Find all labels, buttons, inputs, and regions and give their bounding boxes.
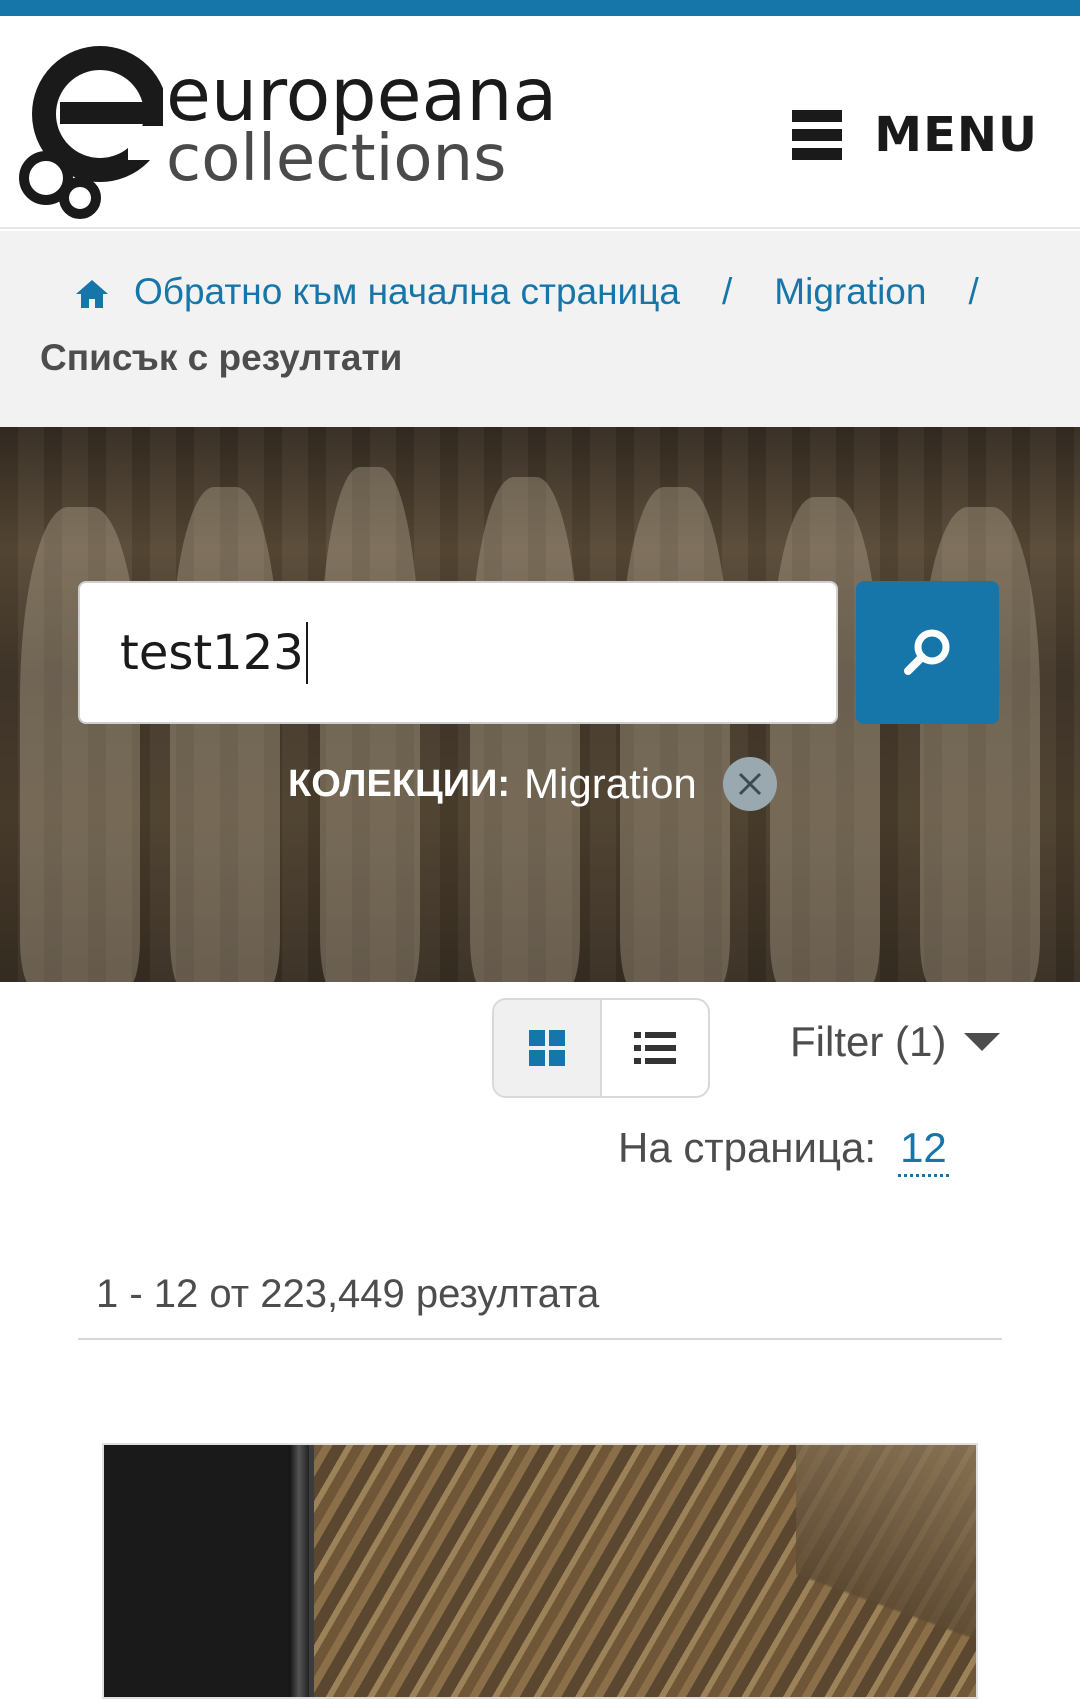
text-caret (305, 621, 308, 684)
per-page-value[interactable]: 12 (898, 1124, 949, 1177)
active-filter-chip: КОЛЕКЦИИ: Migration (288, 757, 777, 811)
menu-label: MENU (874, 107, 1038, 163)
breadcrumb-separator: / (722, 271, 733, 312)
filter-chip-value: Migration (524, 760, 697, 807)
search-button[interactable] (856, 581, 999, 724)
filter-label: Filter (1) (790, 1018, 947, 1065)
list-view-icon (634, 1032, 676, 1064)
logo-subtitle: collections (166, 122, 507, 196)
view-toggle (492, 998, 710, 1098)
home-icon[interactable] (74, 276, 110, 312)
search-icon (903, 629, 949, 675)
card-image-detail (289, 1445, 309, 1697)
hero-search-banner: test123 КОЛЕКЦИИ: Migration (0, 427, 1080, 982)
per-page-label: На страница: (618, 1124, 877, 1171)
breadcrumb-home-link[interactable]: Обратно към начална страница (134, 271, 680, 313)
chevron-down-icon (964, 1033, 1001, 1051)
top-accent-bar (0, 0, 1080, 16)
breadcrumb: Обратно към начална страница / Migration… (0, 231, 1080, 427)
per-page-selector: На страница: 12 (618, 1124, 949, 1177)
remove-filter-button[interactable] (722, 757, 777, 811)
menu-button[interactable]: MENU (792, 102, 1038, 168)
site-header: europeana collections MENU (0, 16, 1080, 229)
breadcrumb-collection-link[interactable]: Migration (774, 271, 926, 313)
results-summary: 1 - 12 от 223,449 резултата (78, 1272, 1002, 1340)
europeana-logo-icon[interactable] (18, 38, 163, 223)
hamburger-icon (792, 110, 843, 160)
grid-view-icon (529, 1030, 565, 1066)
filter-chip-key: КОЛЕКЦИИ: (288, 762, 511, 805)
breadcrumb-current: Списък с резултати (40, 337, 403, 378)
result-card-image[interactable] (102, 1443, 978, 1699)
grid-view-button[interactable] (494, 1000, 602, 1096)
filter-dropdown[interactable]: Filter (1) (790, 1018, 1001, 1066)
search-query-text: test123 (120, 624, 304, 681)
logo-wordmark[interactable]: europeana collections (166, 59, 557, 196)
card-image-detail (796, 1445, 976, 1697)
search-input[interactable]: test123 (78, 581, 838, 724)
close-icon (738, 772, 761, 796)
breadcrumb-separator: / (968, 271, 979, 312)
list-view-button[interactable] (602, 1000, 708, 1096)
